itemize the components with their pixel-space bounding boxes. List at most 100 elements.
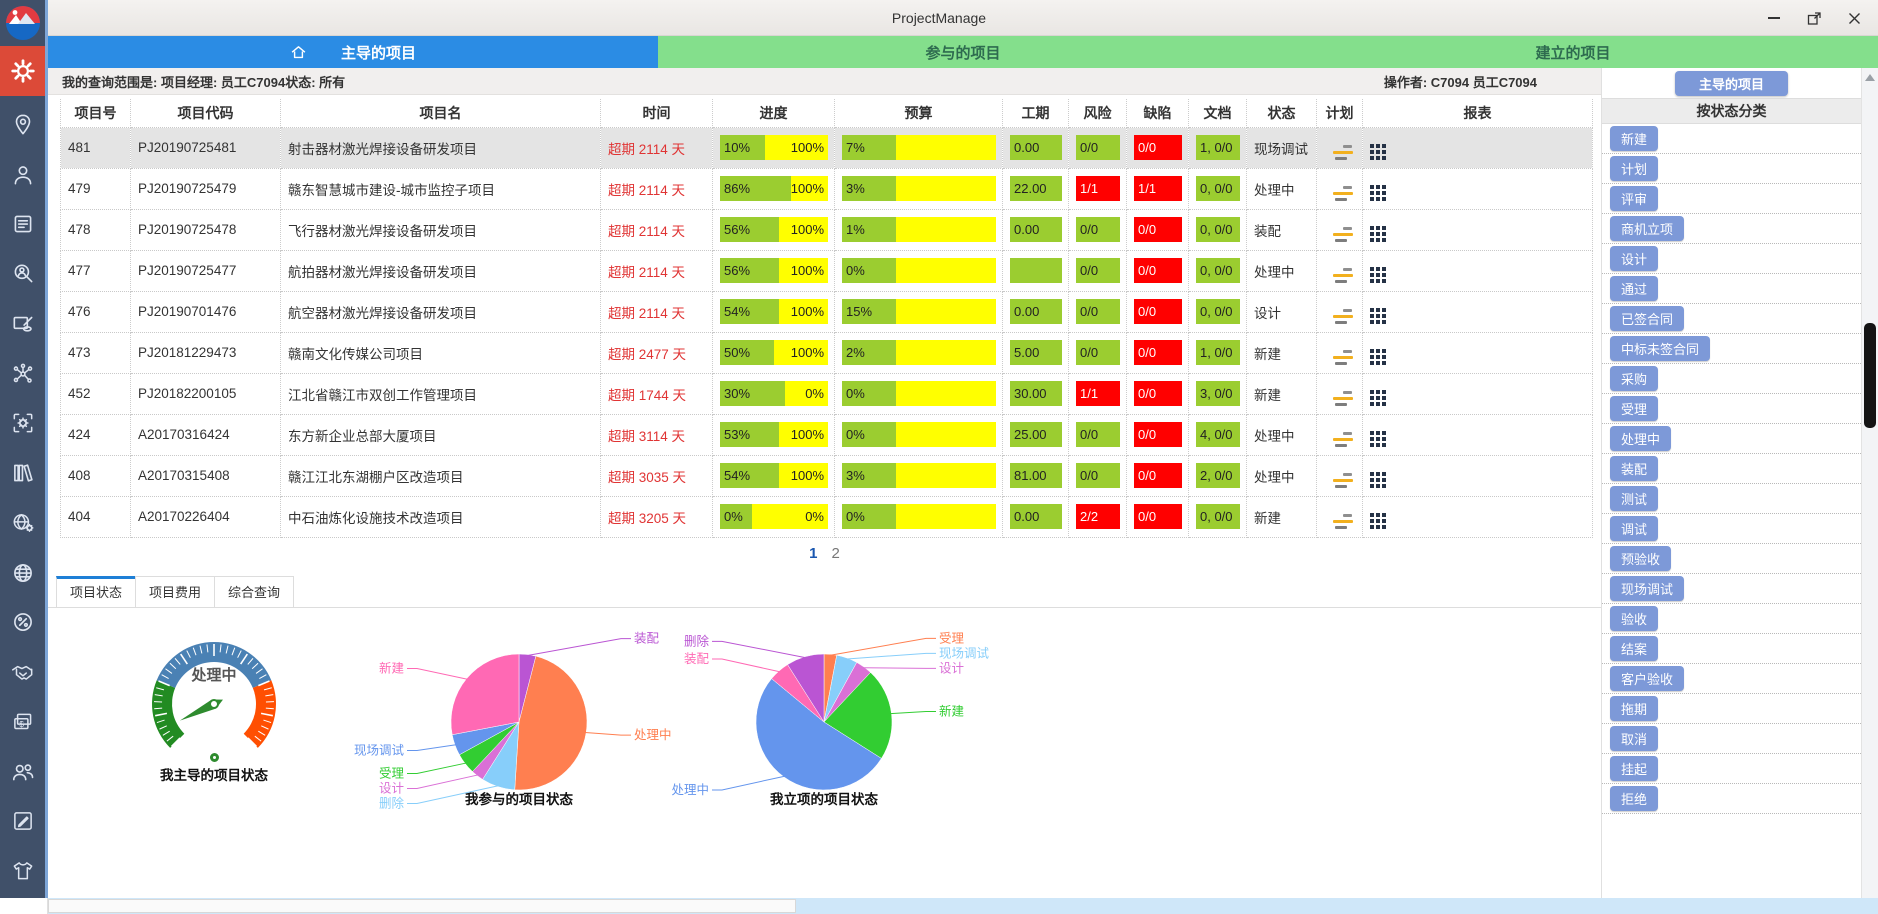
status-filter-button[interactable]: 中标未签合同 bbox=[1610, 336, 1710, 361]
plan-gantt-icon[interactable] bbox=[1333, 186, 1353, 201]
scroll-up-icon[interactable] bbox=[1865, 74, 1875, 81]
report-grid-icon[interactable] bbox=[1370, 267, 1386, 283]
status-filter-button[interactable]: 现场调试 bbox=[1610, 576, 1684, 601]
page-2[interactable]: 2 bbox=[832, 545, 840, 562]
sidebar-item-web[interactable] bbox=[0, 551, 45, 595]
close-button[interactable] bbox=[1846, 10, 1862, 26]
duration-box: 0.00 bbox=[1010, 217, 1062, 242]
status-filter-button[interactable]: 结案 bbox=[1610, 636, 1658, 661]
tab-created-projects[interactable]: 建立的项目 bbox=[1268, 36, 1878, 68]
report-grid-icon[interactable] bbox=[1370, 513, 1386, 529]
sidebar-item-partners[interactable] bbox=[0, 650, 45, 694]
sidebar-item-documents[interactable] bbox=[0, 202, 45, 246]
sidebar-item-machine-settings[interactable] bbox=[0, 401, 45, 445]
sidebar-item-team[interactable] bbox=[0, 750, 45, 794]
plan-gantt-icon[interactable] bbox=[1333, 350, 1353, 365]
minimize-button[interactable] bbox=[1766, 10, 1782, 26]
plan-gantt-icon[interactable] bbox=[1333, 145, 1353, 160]
defect-box: 0/0 bbox=[1134, 504, 1182, 529]
table-row[interactable]: 424A20170316424东方新企业总部大厦项目超期 3114 天53%10… bbox=[61, 414, 1593, 455]
status-filter-button[interactable]: 受理 bbox=[1610, 396, 1658, 421]
column-header: 项目代码 bbox=[131, 99, 281, 127]
table-row[interactable]: 477PJ20190725477航拍器材激光焊接设备研发项目超期 2114 天5… bbox=[61, 250, 1593, 291]
table-row[interactable]: 478PJ20190725478飞行器材激光焊接设备研发项目超期 2114 天5… bbox=[61, 209, 1593, 250]
restore-button[interactable] bbox=[1806, 10, 1822, 26]
edit-check-icon bbox=[10, 311, 36, 337]
horizontal-scrollbar[interactable] bbox=[0, 898, 1878, 914]
sidebar-item-profile[interactable] bbox=[0, 153, 45, 197]
status-filter-button[interactable]: 预验收 bbox=[1610, 546, 1671, 571]
table-row[interactable]: 479PJ20190725479赣东智慧城市建设-城市监控子项目超期 2114 … bbox=[61, 168, 1593, 209]
report-grid-icon[interactable] bbox=[1370, 472, 1386, 488]
status-filter-button[interactable]: 评审 bbox=[1610, 186, 1658, 211]
status-filter-button[interactable]: 新建 bbox=[1610, 126, 1658, 151]
status-filter-button[interactable]: 已签合同 bbox=[1610, 306, 1684, 331]
plan-gantt-icon[interactable] bbox=[1333, 268, 1353, 283]
sidebar-item-finance[interactable]: $ bbox=[0, 700, 45, 744]
report-grid-icon[interactable] bbox=[1370, 431, 1386, 447]
tab-combined-query[interactable]: 综合查询 bbox=[214, 576, 294, 607]
status-filter-button[interactable]: 拒绝 bbox=[1610, 786, 1658, 811]
status-filter-button[interactable]: 取消 bbox=[1610, 726, 1658, 751]
status-filter-button[interactable]: 采购 bbox=[1610, 366, 1658, 391]
cell-budget: 2% bbox=[835, 332, 1003, 373]
vertical-scroll-thumb[interactable] bbox=[1864, 323, 1876, 428]
plan-gantt-icon[interactable] bbox=[1333, 514, 1353, 529]
report-grid-icon[interactable] bbox=[1370, 308, 1386, 324]
plan-gantt-icon[interactable] bbox=[1333, 309, 1353, 324]
report-grid-icon[interactable] bbox=[1370, 226, 1386, 242]
cell-time-overdue: 超期 2477 天 bbox=[601, 332, 713, 373]
sidebar-item-approve[interactable] bbox=[0, 302, 45, 346]
tab-participating-projects[interactable]: 参与的项目 bbox=[658, 36, 1268, 68]
status-filter-button[interactable]: 客户验收 bbox=[1610, 666, 1684, 691]
status-filter-button[interactable]: 处理中 bbox=[1610, 426, 1671, 451]
table-row[interactable]: 473PJ20181229473赣南文化传媒公司项目超期 2477 天50%10… bbox=[61, 332, 1593, 373]
sidebar-item-locations[interactable] bbox=[0, 103, 45, 147]
table-row[interactable]: 476PJ20190701476航空器材激光焊接设备研发项目超期 2114 天5… bbox=[61, 291, 1593, 332]
cell-status: 现场调试 bbox=[1247, 127, 1317, 168]
defect-box: 1/1 bbox=[1134, 176, 1182, 201]
status-filter-button[interactable]: 计划 bbox=[1610, 156, 1658, 181]
page-1[interactable]: 1 bbox=[809, 545, 817, 562]
table-row[interactable]: 404A20170226404中石油炼化设施技术改造项目超期 3205 天0%0… bbox=[61, 496, 1593, 537]
vertical-scrollbar[interactable] bbox=[1861, 68, 1878, 898]
tab-project-cost[interactable]: 项目费用 bbox=[135, 576, 215, 607]
status-filter-button[interactable]: 装配 bbox=[1610, 456, 1658, 481]
cell-defect: 1/1 bbox=[1127, 168, 1189, 209]
sidebar-item-global-config[interactable] bbox=[0, 501, 45, 545]
column-header: 计划 bbox=[1317, 99, 1363, 127]
status-filter-button[interactable]: 设计 bbox=[1610, 246, 1658, 271]
horizontal-scroll-thumb[interactable] bbox=[48, 899, 796, 913]
leading-projects-button[interactable]: 主导的项目 bbox=[1675, 71, 1788, 96]
sidebar-item-library[interactable] bbox=[0, 451, 45, 495]
sidebar-item-compose[interactable] bbox=[0, 799, 45, 843]
sidebar-item-discount[interactable] bbox=[0, 600, 45, 644]
status-filter-button[interactable]: 测试 bbox=[1610, 486, 1658, 511]
status-filter-button[interactable]: 挂起 bbox=[1610, 756, 1658, 781]
app-logo[interactable] bbox=[0, 0, 47, 46]
cell-plan bbox=[1317, 332, 1363, 373]
table-row[interactable]: 481PJ20190725481射击器材激光焊接设备研发项目超期 2114 天1… bbox=[61, 127, 1593, 168]
sidebar-item-apparel[interactable] bbox=[0, 849, 45, 893]
plan-gantt-icon[interactable] bbox=[1333, 227, 1353, 242]
report-grid-icon[interactable] bbox=[1370, 349, 1386, 365]
status-filter-button[interactable]: 商机立项 bbox=[1610, 216, 1684, 241]
status-filter-button[interactable]: 拖期 bbox=[1610, 696, 1658, 721]
sidebar-item-settings[interactable] bbox=[0, 46, 45, 96]
plan-gantt-icon[interactable] bbox=[1333, 473, 1353, 488]
status-filter-button[interactable]: 通过 bbox=[1610, 276, 1658, 301]
pen-box-icon bbox=[10, 808, 36, 834]
report-grid-icon[interactable] bbox=[1370, 390, 1386, 406]
sidebar-item-find-person[interactable] bbox=[0, 252, 45, 296]
table-row[interactable]: 408A20170315408赣江江北东湖棚户区改造项目超期 3035 天54%… bbox=[61, 455, 1593, 496]
status-filter-button[interactable]: 调试 bbox=[1610, 516, 1658, 541]
tab-project-status[interactable]: 项目状态 bbox=[56, 576, 136, 607]
report-grid-icon[interactable] bbox=[1370, 144, 1386, 160]
plan-gantt-icon[interactable] bbox=[1333, 432, 1353, 447]
sidebar-item-network[interactable] bbox=[0, 352, 45, 396]
tab-my-leading-projects[interactable]: 主导的项目 bbox=[48, 36, 658, 68]
plan-gantt-icon[interactable] bbox=[1333, 391, 1353, 406]
table-row[interactable]: 452PJ20182200105江北省赣江市双创工作管理项目超期 1744 天3… bbox=[61, 373, 1593, 414]
status-filter-button[interactable]: 验收 bbox=[1610, 606, 1658, 631]
report-grid-icon[interactable] bbox=[1370, 185, 1386, 201]
